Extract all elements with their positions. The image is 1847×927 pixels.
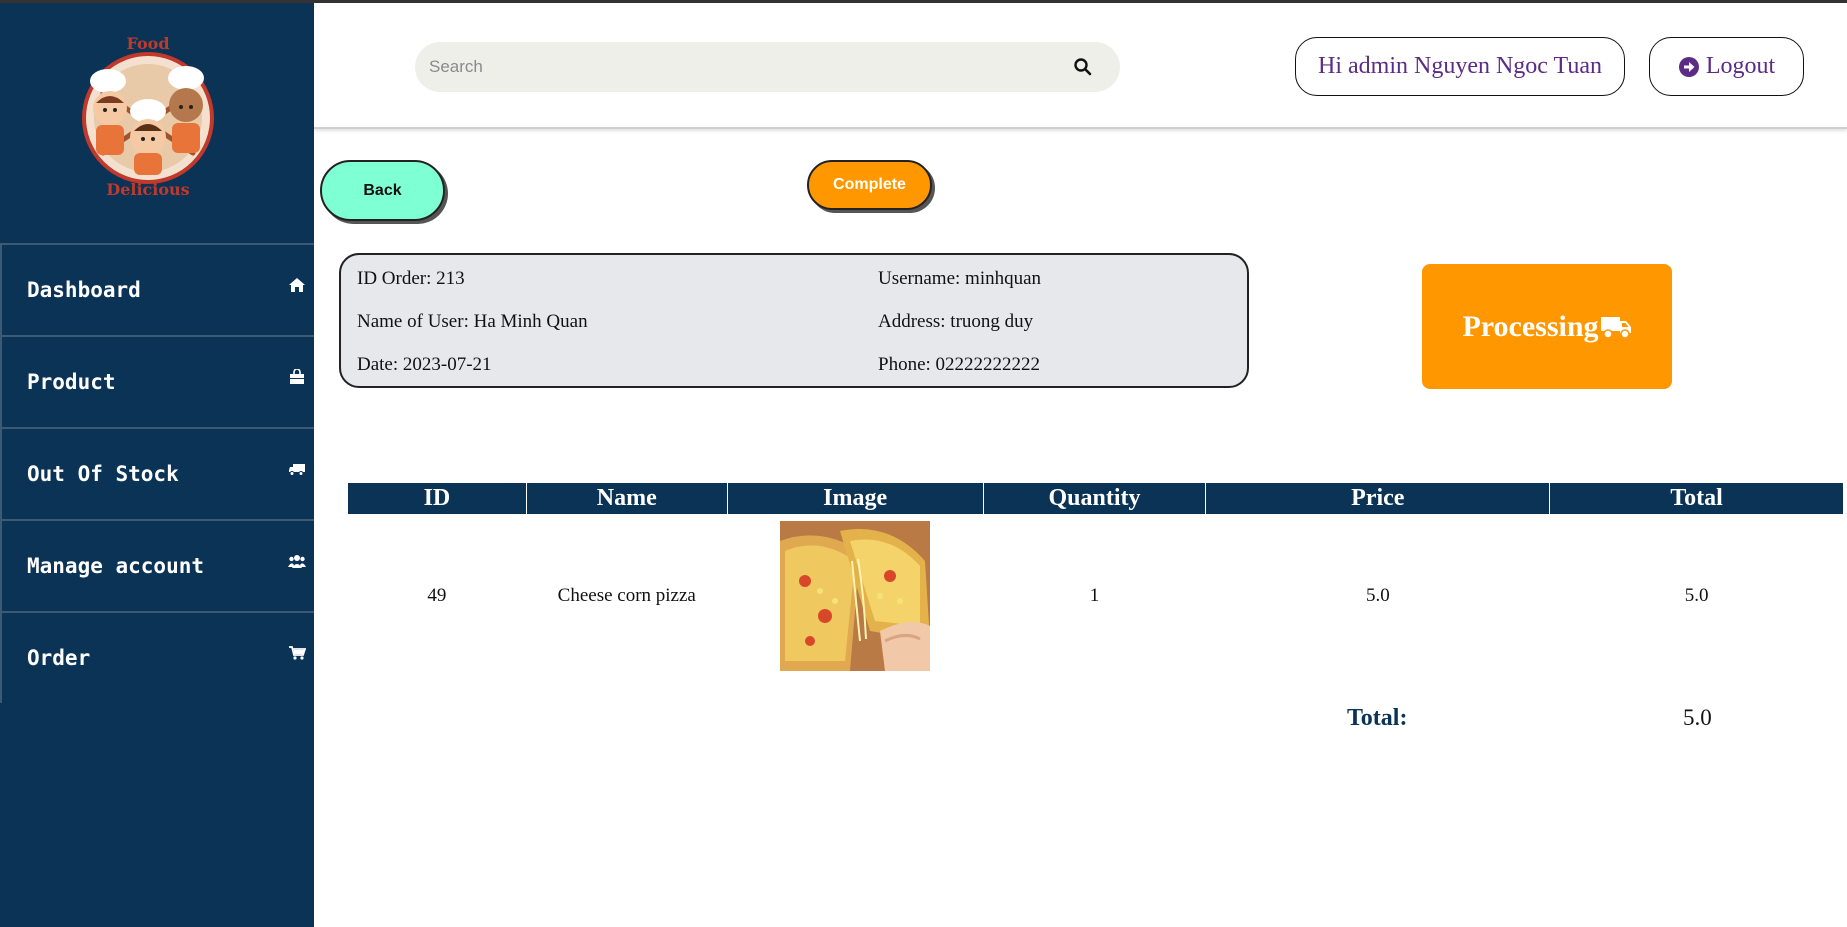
arrow-circle-right-icon	[1678, 56, 1699, 77]
order-phone: Phone: 02222222222	[878, 354, 1041, 375]
top-header: Hi admin Nguyen Ngoc Tuan Logout	[314, 3, 1847, 129]
cell-total: 5.0	[1684, 585, 1709, 606]
column-header-id: ID	[348, 483, 526, 514]
shopping-bag-icon	[290, 369, 304, 384]
order-total-label: Total:	[1347, 705, 1408, 731]
order-status-badge: Processing	[1422, 264, 1672, 389]
cell-name: Cheese corn pizza	[557, 585, 696, 606]
order-username: Username: minhquan	[878, 268, 1042, 289]
sidebar: Food Delicious Dashboard Product Out Of …	[0, 3, 314, 927]
table-row: 49 Cheese corn pizza 1 5.0 5.0	[348, 514, 1843, 678]
cell-quantity: 1	[1089, 585, 1100, 606]
column-header-name: Name	[526, 483, 727, 514]
order-date: Date: 2023-07-21	[357, 354, 492, 375]
sidebar-nav: Dashboard Product Out Of Stock Manage ac…	[0, 243, 314, 703]
column-header-quantity: Quantity	[983, 483, 1206, 514]
cell-image	[728, 514, 983, 678]
logo-top-text: Food	[126, 34, 169, 53]
order-user-name: Name of User: Ha Minh Quan	[357, 311, 588, 332]
sidebar-item-label: Dashboard	[27, 278, 141, 302]
column-header-image: Image	[727, 483, 983, 514]
logout-button[interactable]: Logout	[1649, 37, 1804, 96]
complete-button[interactable]: Complete	[807, 160, 932, 210]
logo-bottom-text: Delicious	[106, 180, 189, 198]
sidebar-item-order[interactable]: Order	[0, 611, 314, 703]
sidebar-item-label: Manage account	[27, 554, 205, 578]
pizza-photo	[780, 521, 931, 671]
order-id: ID Order: 213	[357, 268, 465, 289]
back-button[interactable]: Back	[320, 160, 445, 221]
users-icon	[288, 555, 306, 568]
sidebar-item-label: Out Of Stock	[27, 462, 179, 486]
home-icon	[289, 278, 305, 292]
search-bar	[415, 42, 1120, 92]
order-status-label: Processing	[1462, 309, 1599, 343]
order-total-value: 5.0	[1683, 705, 1712, 730]
column-header-price: Price	[1206, 483, 1550, 514]
sidebar-item-manage-account[interactable]: Manage account	[0, 519, 314, 611]
truck-icon	[1600, 316, 1631, 339]
order-address: Address: truong duy	[878, 311, 1034, 332]
cart-icon	[289, 646, 306, 660]
food-delicious-logo: Food Delicious	[82, 34, 214, 198]
cell-id: 49	[427, 585, 447, 606]
column-header-total: Total	[1550, 483, 1843, 514]
sidebar-item-dashboard[interactable]: Dashboard	[0, 243, 314, 335]
order-info-card: ID Order: 213 Name of User: Ha Minh Quan…	[339, 253, 1249, 388]
table-header-row: ID Name Image Quantity Price Total	[348, 483, 1843, 514]
cell-price: 5.0	[1365, 585, 1390, 606]
search-input[interactable]	[429, 42, 1049, 92]
sidebar-item-label: Product	[27, 370, 116, 394]
logout-label: Logout	[1705, 53, 1776, 79]
sidebar-item-product[interactable]: Product	[0, 335, 314, 427]
admin-greeting-button[interactable]: Hi admin Nguyen Ngoc Tuan	[1295, 37, 1625, 96]
sidebar-item-out-of-stock[interactable]: Out Of Stock	[0, 427, 314, 519]
sidebar-item-label: Order	[27, 646, 91, 670]
truck-icon	[289, 464, 305, 476]
search-icon[interactable]	[1073, 57, 1093, 77]
order-items-table: ID Name Image Quantity Price Total 49 Ch…	[347, 483, 1844, 678]
